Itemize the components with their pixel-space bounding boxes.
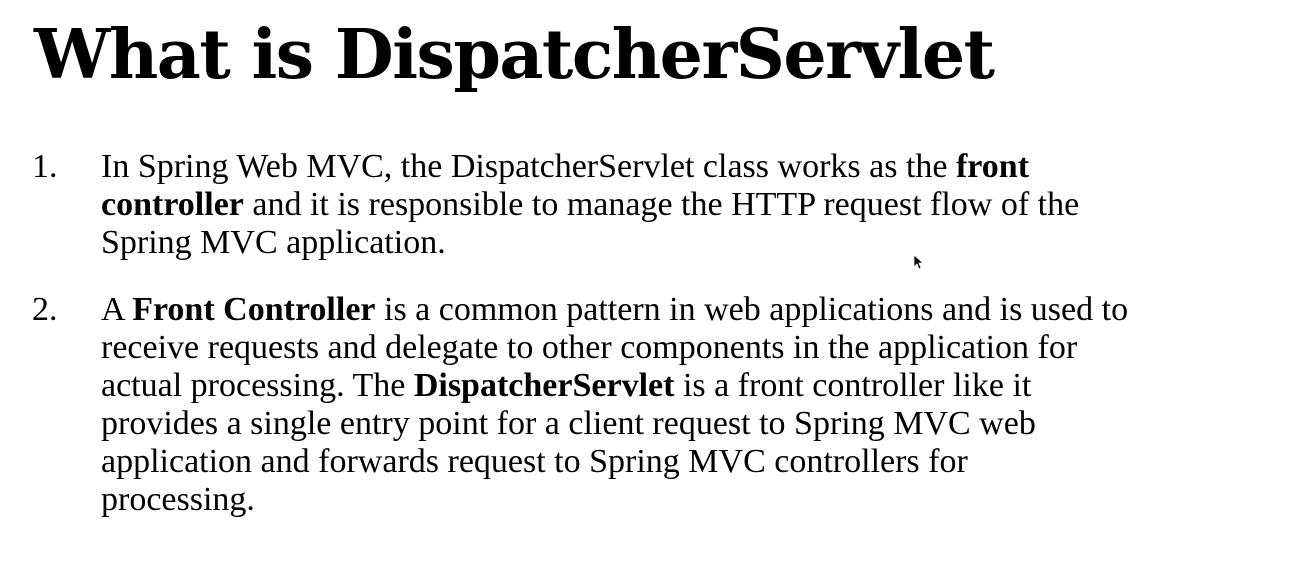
bold-text: Front Controller — [132, 291, 376, 328]
text-span: A — [101, 291, 133, 328]
text-line: processing. — [101, 481, 1286, 519]
slide: What is DispatcherServlet 1. In Spring W… — [0, 0, 1300, 582]
text-line: application and forwards request to Spri… — [101, 443, 1286, 481]
text-span: and it is responsible to manage the HTTP… — [243, 186, 1080, 223]
text-span: provides a single entry point for a clie… — [101, 405, 1036, 442]
slide-title: What is DispatcherServlet — [34, 15, 995, 95]
text-span: actual processing. The — [101, 367, 414, 404]
text-line: receive requests and delegate to other c… — [101, 329, 1286, 367]
text-span: Spring MVC application. — [101, 224, 446, 261]
text-span: In Spring Web MVC, the DispatcherServlet… — [101, 148, 956, 185]
text-line: actual processing. The DispatcherServlet… — [101, 367, 1286, 405]
bold-text: front — [955, 148, 1030, 185]
list-item-text: In Spring Web MVC, the DispatcherServlet… — [101, 148, 1286, 262]
text-line: controller and it is responsible to mana… — [101, 186, 1286, 224]
text-span: processing. — [101, 481, 255, 518]
mouse-pointer-icon — [913, 254, 923, 270]
list-item-text: A Front Controller is a common pattern i… — [101, 291, 1286, 519]
text-span: application and forwards request to Spri… — [101, 443, 968, 480]
text-line: provides a single entry point for a clie… — [101, 405, 1286, 443]
text-line: In Spring Web MVC, the DispatcherServlet… — [101, 148, 1286, 186]
bold-text: DispatcherServlet — [413, 367, 675, 404]
list-item-number: 1. — [32, 148, 58, 185]
text-span: is a front controller like it — [674, 367, 1032, 404]
text-line: A Front Controller is a common pattern i… — [101, 291, 1286, 329]
bold-text: controller — [101, 186, 244, 223]
text-span: receive requests and delegate to other c… — [101, 329, 1078, 366]
text-line: Spring MVC application. — [101, 224, 1286, 262]
list-item-number: 2. — [32, 291, 58, 328]
text-span: is a common pattern in web applications … — [375, 291, 1129, 328]
